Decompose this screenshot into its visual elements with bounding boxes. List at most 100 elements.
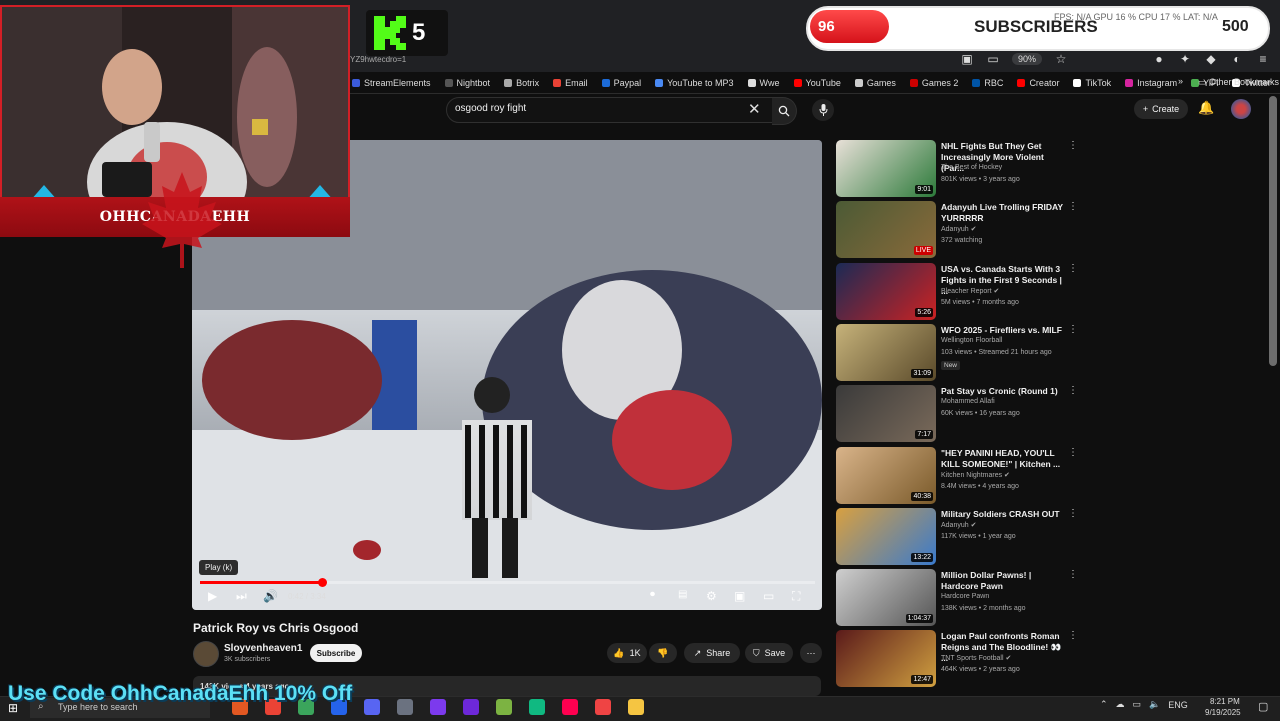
recommended-channel[interactable]: Mohammed Allafi bbox=[941, 398, 995, 405]
more-vertical-icon[interactable]: ⋮ bbox=[1068, 630, 1078, 641]
taskbar-app-icon[interactable] bbox=[430, 699, 446, 715]
recommended-title[interactable]: Million Dollar Pawns! | Hardcore Pawn bbox=[941, 570, 1065, 592]
video-thumbnail[interactable]: 5:26 bbox=[836, 262, 936, 320]
more-vertical-icon[interactable]: ⋮ bbox=[1068, 385, 1078, 396]
recommended-channel[interactable]: Adanyuh ✔ bbox=[941, 521, 976, 529]
more-vertical-icon[interactable]: ⋮ bbox=[1068, 447, 1078, 458]
search-query[interactable]: osgood roy fight bbox=[455, 103, 526, 114]
video-thumbnail[interactable]: 1:04:37 bbox=[836, 569, 936, 627]
bookmark-item[interactable]: Wwe bbox=[747, 78, 780, 88]
theater-mode-icon[interactable]: ▭ bbox=[763, 589, 774, 603]
network-icon[interactable]: ▭ bbox=[1133, 699, 1142, 710]
recommended-title[interactable]: Pat Stay vs Cronic (Round 1) bbox=[941, 386, 1065, 397]
more-vertical-icon[interactable]: ⋮ bbox=[1068, 508, 1078, 519]
recommended-video[interactable]: 31:09 WFO 2025 - Firefliers vs. MILF Welli… bbox=[836, 323, 1078, 382]
more-vertical-icon[interactable]: ⋮ bbox=[1068, 201, 1078, 212]
share-button[interactable]: ↗ Share bbox=[684, 643, 740, 663]
video-thumbnail[interactable]: 31:09 bbox=[836, 323, 936, 381]
screenshot-icon[interactable]: ▣ bbox=[960, 52, 974, 66]
more-vertical-icon[interactable]: ⋮ bbox=[1068, 263, 1078, 274]
search-button[interactable] bbox=[772, 97, 797, 125]
recommended-channel[interactable]: Hardcore Pawn bbox=[941, 593, 989, 600]
next-icon[interactable]: ⏭ bbox=[236, 589, 247, 604]
subscribe-button[interactable]: Subscribe bbox=[310, 644, 362, 662]
language-indicator[interactable]: ENG bbox=[1168, 700, 1188, 710]
recommended-channel[interactable]: Wellington Floorball bbox=[941, 337, 1002, 344]
recommended-channel[interactable]: Adanyuh ✔ bbox=[941, 225, 976, 233]
dislike-button[interactable]: 👎 bbox=[649, 643, 677, 663]
zoom-badge[interactable]: 90% bbox=[1011, 53, 1042, 65]
bookmark-item[interactable]: Games bbox=[854, 78, 896, 88]
bookmark-item[interactable]: Creator bbox=[1017, 78, 1059, 88]
recommended-channel[interactable]: The Best of Hockey bbox=[941, 164, 1002, 171]
menu-icon[interactable]: ≡ bbox=[1256, 52, 1270, 66]
taskbar-app-icon[interactable] bbox=[529, 699, 545, 715]
recommended-title[interactable]: WFO 2025 - Firefliers vs. MILF bbox=[941, 325, 1065, 336]
bookmark-item[interactable]: Games 2 bbox=[909, 78, 958, 88]
taskbar-app-icon[interactable] bbox=[628, 699, 644, 715]
bookmark-item[interactable]: StreamElements bbox=[352, 78, 431, 88]
clear-search-icon[interactable]: ✕ bbox=[748, 100, 761, 118]
taskbar-app-icon[interactable] bbox=[364, 699, 380, 715]
miniplayer-icon[interactable]: ▣ bbox=[734, 589, 745, 603]
chevron-up-icon[interactable]: ⌃ bbox=[1100, 699, 1108, 710]
star-icon[interactable]: ☆ bbox=[1054, 52, 1068, 66]
recommended-channel[interactable]: Bleacher Report ✔ bbox=[941, 287, 999, 295]
video-thumbnail[interactable]: 12:47 bbox=[836, 630, 936, 688]
more-vertical-icon[interactable]: ⋮ bbox=[1068, 324, 1078, 335]
recommended-title[interactable]: Military Soldiers CRASH OUT bbox=[941, 509, 1065, 520]
play-icon[interactable]: ▶ bbox=[208, 589, 217, 603]
fullscreen-icon[interactable]: ⛶ bbox=[792, 589, 800, 604]
video-thumbnail[interactable]: 40:38 bbox=[836, 446, 936, 504]
taskbar-app-icon[interactable] bbox=[463, 699, 479, 715]
recommended-channel[interactable]: Kitchen Nightmares ✔ bbox=[941, 471, 1010, 479]
video-thumbnail[interactable]: 7:17 bbox=[836, 385, 936, 443]
volume-icon[interactable]: 🔈 bbox=[1149, 699, 1160, 710]
notifications-bell-icon[interactable]: 🔔 bbox=[1198, 100, 1214, 116]
other-bookmarks[interactable]: ▭ Other Bookmarks bbox=[1198, 77, 1279, 88]
profile-icon[interactable]: ◐ bbox=[1230, 52, 1244, 66]
notifications-icon[interactable]: ▢ bbox=[1258, 700, 1268, 713]
bookmark-item[interactable]: RBC bbox=[972, 78, 1003, 88]
recommended-video[interactable]: 9:01 NHL Fights But They Get Increasingly… bbox=[836, 140, 1078, 198]
recommended-video[interactable]: 40:38 "HEY PANINI HEAD, YOU'LL KILL SOMEO… bbox=[836, 446, 1078, 505]
autoplay-toggle[interactable]: ⏺ bbox=[650, 589, 655, 600]
taskbar-app-icon[interactable] bbox=[397, 699, 413, 715]
bookmark-item[interactable]: Instagram bbox=[1125, 78, 1177, 88]
puzzle-icon[interactable]: ✦ bbox=[1178, 52, 1192, 66]
video-thumbnail[interactable]: LIVE bbox=[836, 201, 936, 259]
cloud-icon[interactable]: ☁ bbox=[1116, 699, 1125, 710]
recommended-video[interactable]: 1:04:37 Million Dollar Pawns! | Hardcore … bbox=[836, 569, 1078, 627]
cast-icon[interactable]: ▭ bbox=[986, 52, 1000, 66]
taskbar-app-icon[interactable] bbox=[595, 699, 611, 715]
voice-search-button[interactable] bbox=[812, 99, 834, 121]
create-button[interactable]: + Create bbox=[1134, 99, 1188, 119]
captions-icon[interactable]: ▤ bbox=[678, 589, 687, 600]
scrollbar[interactable] bbox=[1269, 96, 1277, 366]
bookmark-item[interactable]: Paypal bbox=[601, 78, 641, 88]
recommended-video[interactable]: LIVE Adanyuh Live Trolling FRIDAY YURRRRR… bbox=[836, 201, 1078, 259]
bookmark-item[interactable]: Nightbot bbox=[444, 78, 490, 88]
bookmark-item[interactable]: YouTube to MP3 bbox=[655, 78, 734, 88]
bookmark-item[interactable]: Email bbox=[553, 78, 588, 88]
recommended-title[interactable]: "HEY PANINI HEAD, YOU'LL KILL SOMEONE!" … bbox=[941, 448, 1065, 470]
recommended-channel[interactable]: TNT Sports Football ✔ bbox=[941, 654, 1011, 662]
settings-gear-icon[interactable]: ⚙ bbox=[706, 589, 717, 603]
extension-icon[interactable]: ● bbox=[1152, 52, 1166, 66]
video-thumbnail[interactable]: 9:01 bbox=[836, 140, 936, 197]
more-vertical-icon[interactable]: ⋮ bbox=[1068, 140, 1078, 151]
bookmark-item[interactable]: YouTube bbox=[793, 78, 841, 88]
like-button[interactable]: 👍 1K bbox=[607, 643, 647, 663]
more-bookmarks-icon[interactable]: » bbox=[1178, 76, 1183, 86]
bookmark-item[interactable]: TikTok bbox=[1073, 78, 1111, 88]
video-thumbnail[interactable]: 13:22 bbox=[836, 507, 936, 565]
shield-icon[interactable]: ◆ bbox=[1204, 52, 1218, 66]
recommended-video[interactable]: 12:47 Logan Paul confronts Roman Reigns a… bbox=[836, 630, 1078, 688]
progress-scrubber[interactable] bbox=[317, 578, 327, 587]
channel-avatar[interactable] bbox=[193, 641, 219, 667]
recommended-video[interactable]: 5:26 USA vs. Canada Starts With 3 Fights … bbox=[836, 262, 1078, 321]
more-actions-button[interactable]: ⋯ bbox=[800, 643, 822, 663]
recommended-title[interactable]: Adanyuh Live Trolling FRIDAY YURRRRR bbox=[941, 202, 1065, 224]
save-button[interactable]: ⛉ Save bbox=[745, 643, 793, 663]
recommended-video[interactable]: 7:17 Pat Stay vs Cronic (Round 1) Mohammed… bbox=[836, 385, 1078, 443]
